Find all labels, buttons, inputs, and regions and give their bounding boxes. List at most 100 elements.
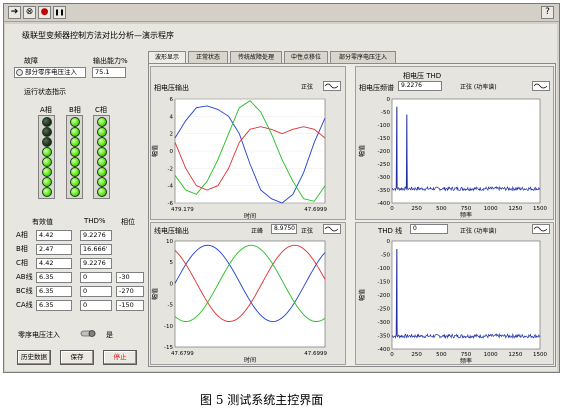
rms-value: 6.35 xyxy=(36,286,72,297)
y-tick-label: -150 xyxy=(378,280,391,286)
capacity-value: 75.1 xyxy=(92,67,126,78)
history-data-button[interactable]: 历史数据 xyxy=(17,350,51,365)
tab-neutral-shift[interactable]: 中性点移位 xyxy=(284,51,328,63)
capacity-label: 输出能力% xyxy=(93,57,128,65)
status-led xyxy=(70,127,80,137)
peak-value: 8.9750 xyxy=(271,224,297,234)
tab-zero-seq[interactable]: 部分零序电压注入 xyxy=(330,51,396,63)
phase-spectrum-plot: 0-50-100-150-200-250-300-350-4000 250 500 7… xyxy=(358,97,547,219)
abort-button[interactable]: ● xyxy=(38,6,51,19)
y-tick-label: -250 xyxy=(378,307,391,313)
y-tick-label: -10 xyxy=(164,324,173,330)
status-led xyxy=(97,187,107,197)
y-tick-label: -400 xyxy=(378,201,391,207)
angle-header: 相位 xyxy=(121,218,135,226)
rms-value: 4.42 xyxy=(36,230,72,241)
line-voltage-plot: 1050-5-10-1547.6799 47.6999时间幅值 xyxy=(151,239,327,364)
x-tick-label: 1500 xyxy=(533,352,547,358)
status-led xyxy=(70,117,80,127)
rms-value: 6.35 xyxy=(36,300,72,311)
sine-wave-icon xyxy=(324,226,339,232)
thd-value: 0 xyxy=(410,224,448,234)
app-title: 级联型变频器控制方法对比分析—演示程序 xyxy=(22,31,174,40)
y-axis-label: 幅值 xyxy=(151,145,159,157)
status-led xyxy=(97,177,107,187)
x-tick-label: 0 xyxy=(390,206,394,212)
angle-value: -30 xyxy=(116,272,144,283)
phase-c-label: C相 xyxy=(95,106,107,114)
y-tick-label: 10 xyxy=(166,239,173,245)
pause-button[interactable]: ❚❚ xyxy=(53,6,66,19)
mode-selector[interactable]: 部分零序电压注入 xyxy=(14,67,86,78)
y-tick-label: -400 xyxy=(378,347,391,353)
run-button[interactable]: ➔ xyxy=(8,6,21,19)
status-led xyxy=(70,147,80,157)
tab-normal[interactable]: 正常状态 xyxy=(188,51,228,63)
status-led xyxy=(42,157,52,167)
x-axis-label: 时间 xyxy=(244,212,256,220)
rms-value: 6.35 xyxy=(36,272,72,283)
line-spectrum-chart: THD 线 0 正弦 (功率谱) 0 -50 -100 -150 -200 -250 -30… xyxy=(355,222,554,365)
y-axis-label: 幅值 xyxy=(358,289,366,301)
rms-value: 4.42 xyxy=(36,258,72,269)
row-label: B相 xyxy=(16,245,28,253)
rms-header: 有效值 xyxy=(32,218,53,226)
x-tick-label: 1000 xyxy=(484,352,498,358)
y-tick-label: -100 xyxy=(378,266,391,272)
row-label: CA线 xyxy=(16,301,33,309)
sine-wave-icon xyxy=(533,226,548,232)
help-button[interactable]: ? xyxy=(541,6,554,19)
x-tick-label: 500 xyxy=(436,352,447,358)
zero-seq-toggle[interactable] xyxy=(80,328,98,338)
x-tick-label: 250 xyxy=(411,352,422,358)
y-tick-label: 4 xyxy=(170,114,174,120)
waveform-selector[interactable] xyxy=(323,81,341,91)
status-led xyxy=(97,147,107,157)
status-led xyxy=(70,157,80,167)
x-tick-label: 500 xyxy=(436,206,447,212)
angle-value: -270 xyxy=(116,286,144,297)
chart-title: 相电压输出 xyxy=(154,84,189,92)
thd-value: 0 xyxy=(80,286,112,297)
x-tick-label: 1250 xyxy=(508,206,522,212)
line-spectrum-plot: 0-50-100-150-200-250-300-350-4000 250 500 7… xyxy=(358,239,547,365)
status-led xyxy=(70,137,80,147)
status-led xyxy=(70,187,80,197)
x-max-label: 47.6999 xyxy=(304,351,327,357)
plot-area xyxy=(391,240,541,350)
y-tick-label: -100 xyxy=(378,123,391,129)
y-tick-label: -4 xyxy=(168,184,174,190)
waveform-selector[interactable] xyxy=(323,224,341,234)
mode-value: 部分零序电压注入 xyxy=(25,68,77,76)
save-button[interactable]: 保存 xyxy=(60,350,94,365)
x-axis-label: 频率 xyxy=(460,357,472,365)
sine-wave-icon xyxy=(533,83,548,89)
status-led xyxy=(42,187,52,197)
mode-label: 正弦 xyxy=(301,228,314,235)
thd-value: 9.2276 xyxy=(80,230,112,241)
y-tick-label: 0 xyxy=(170,281,174,287)
phase-b-label: B相 xyxy=(69,106,81,114)
y-tick-label: 0 xyxy=(387,239,391,245)
stop-button[interactable]: 停止 xyxy=(103,350,137,365)
waveform-selector[interactable] xyxy=(532,224,550,234)
x-axis-label: 频率 xyxy=(460,211,472,219)
tab-traditional[interactable]: 传统故障处理 xyxy=(230,51,282,63)
tab-strip: 波形显示 正常状态 传统故障处理 中性点移位 部分零序电压注入 xyxy=(148,51,556,64)
angle-value: -150 xyxy=(116,300,144,311)
run-continuously-button[interactable]: ⊗ xyxy=(23,6,36,19)
y-axis-label: 幅值 xyxy=(358,145,366,157)
thd-value: 0 xyxy=(80,300,112,311)
y-tick-label: -350 xyxy=(378,188,391,194)
y-tick-label: 6 xyxy=(170,97,174,103)
ring-selector-icon[interactable] xyxy=(16,69,23,76)
y-tick-label: -50 xyxy=(381,110,390,116)
waveform-selector[interactable] xyxy=(532,81,550,91)
x-tick-label: 1500 xyxy=(533,206,547,212)
phase-voltage-plot: 6420-2-4-6479.179 47.6999时间幅值 xyxy=(151,97,327,220)
status-led xyxy=(97,137,107,147)
phase-a-label: A相 xyxy=(40,106,52,114)
row-label: BC线 xyxy=(16,287,33,295)
toolbar: ➔ ⊗ ● ❚❚ ? xyxy=(4,4,559,22)
status-led xyxy=(42,167,52,177)
